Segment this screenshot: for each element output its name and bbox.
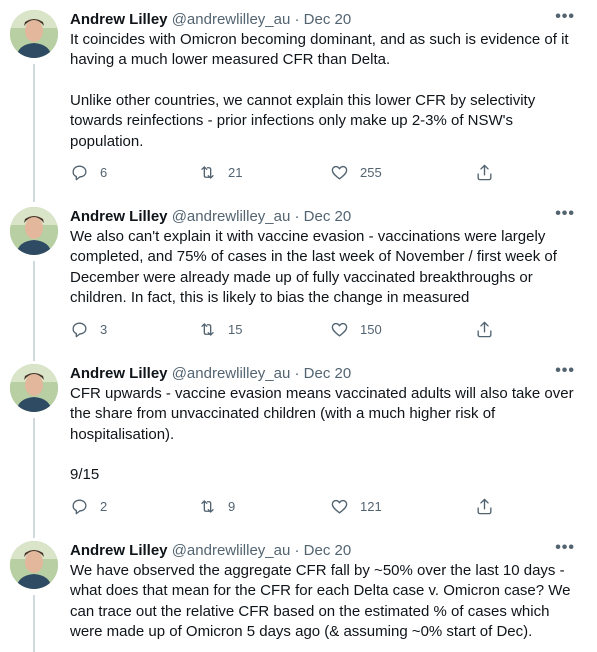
tweet-text: It coincides with Omicron becoming domin…	[70, 30, 580, 152]
tweet-header: Andrew Lilley @andrewlilley_au · Dec 20	[70, 10, 351, 30]
tweet-actions: 3 15 150	[70, 319, 510, 339]
reply-icon	[72, 321, 87, 337]
like-button[interactable]: 255	[330, 162, 382, 182]
reply-icon	[72, 498, 87, 514]
avatar[interactable]	[10, 364, 58, 412]
tweet-paragraph: We also can't explain it with vaccine ev…	[70, 228, 557, 307]
reply-icon	[72, 164, 87, 180]
thread-line	[33, 64, 35, 202]
tweet[interactable]: Andrew Lilley @andrewlilley_au · Dec 20 …	[0, 362, 597, 538]
author-handle[interactable]: @andrewlilley_au	[172, 542, 291, 559]
heart-icon	[331, 499, 348, 514]
tweet-actions: 6 21 255	[70, 162, 510, 182]
author-name[interactable]: Andrew Lilley	[70, 11, 168, 28]
retweet-icon	[201, 499, 214, 513]
tweet[interactable]: Andrew Lilley @andrewlilley_au · Dec 20 …	[0, 205, 597, 361]
separator: ·	[294, 542, 300, 559]
tweet-date[interactable]: Dec 20	[304, 365, 352, 382]
thread-line	[33, 261, 35, 361]
separator: ·	[294, 11, 300, 28]
tweet[interactable]: Andrew Lilley @andrewlilley_au · Dec 20 …	[0, 8, 597, 202]
author-handle[interactable]: @andrewlilley_au	[172, 365, 291, 382]
tweet-paragraph: 9/15	[70, 466, 100, 484]
share-icon	[477, 321, 492, 337]
heart-icon	[331, 165, 348, 180]
share-button[interactable]	[475, 162, 494, 182]
tweet-paragraph: CFR upwards - vaccine evasion means vacc…	[70, 385, 574, 443]
author-name[interactable]: Andrew Lilley	[70, 542, 168, 559]
like-count: 255	[360, 164, 382, 180]
more-dots-icon[interactable]: •••	[555, 362, 575, 380]
tweet-text: CFR upwards - vaccine evasion means vacc…	[70, 384, 580, 486]
tweet-header: Andrew Lilley @andrewlilley_au · Dec 20	[70, 364, 351, 384]
more-dots-icon[interactable]: •••	[555, 205, 575, 223]
avatar[interactable]	[10, 207, 58, 255]
avatar-image	[10, 541, 58, 589]
retweet-icon	[201, 322, 214, 336]
separator: ·	[294, 208, 300, 225]
tweet-date[interactable]: Dec 20	[304, 208, 352, 225]
retweet-icon	[201, 165, 214, 179]
reply-count: 6	[100, 164, 108, 180]
avatar-image	[10, 364, 58, 412]
avatar-image	[10, 207, 58, 255]
author-name[interactable]: Andrew Lilley	[70, 208, 168, 225]
tweet-date[interactable]: Dec 20	[304, 542, 352, 559]
retweet-button[interactable]: 9	[198, 496, 235, 516]
tweet-date[interactable]: Dec 20	[304, 11, 352, 28]
tweet-header: Andrew Lilley @andrewlilley_au · Dec 20	[70, 207, 351, 227]
avatar-image	[10, 10, 58, 58]
thread-line	[33, 595, 35, 652]
tweet-actions: 2 9 121	[70, 496, 510, 516]
avatar[interactable]	[10, 10, 58, 58]
more-dots-icon[interactable]: •••	[555, 539, 575, 557]
tweet-text: We have observed the aggregate CFR fall …	[70, 561, 580, 643]
author-name[interactable]: Andrew Lilley	[70, 365, 168, 382]
like-button[interactable]: 150	[330, 319, 382, 339]
thread-line	[33, 418, 35, 538]
retweet-button[interactable]: 15	[198, 319, 242, 339]
reply-button[interactable]: 3	[70, 319, 107, 339]
retweet-count: 15	[228, 321, 243, 337]
share-icon	[477, 164, 492, 180]
more-dots-icon[interactable]: •••	[555, 8, 575, 26]
tweet-header: Andrew Lilley @andrewlilley_au · Dec 20	[70, 541, 351, 561]
tweet-paragraph: It coincides with Omicron becoming domin…	[70, 31, 569, 69]
like-count: 150	[360, 321, 382, 337]
reply-button[interactable]: 2	[70, 496, 107, 516]
tweet[interactable]: Andrew Lilley @andrewlilley_au · Dec 20 …	[0, 539, 597, 652]
share-button[interactable]	[475, 319, 494, 339]
author-handle[interactable]: @andrewlilley_au	[172, 11, 291, 28]
retweet-count: 21	[228, 164, 243, 180]
share-button[interactable]	[475, 496, 494, 516]
reply-count: 2	[100, 498, 108, 514]
reply-count: 3	[100, 321, 108, 337]
tweet-paragraph: Unlike other countries, we cannot explai…	[70, 91, 536, 150]
retweet-button[interactable]: 21	[198, 162, 242, 182]
heart-icon	[331, 322, 348, 337]
reply-button[interactable]: 6	[70, 162, 107, 182]
share-icon	[477, 498, 492, 514]
retweet-count: 9	[228, 498, 236, 514]
separator: ·	[294, 365, 300, 382]
like-count: 121	[360, 498, 382, 514]
tweet-paragraph: We have observed the aggregate CFR fall …	[70, 562, 571, 641]
avatar[interactable]	[10, 541, 58, 589]
author-handle[interactable]: @andrewlilley_au	[172, 208, 291, 225]
tweet-text: We also can't explain it with vaccine ev…	[70, 227, 580, 309]
like-button[interactable]: 121	[330, 496, 382, 516]
